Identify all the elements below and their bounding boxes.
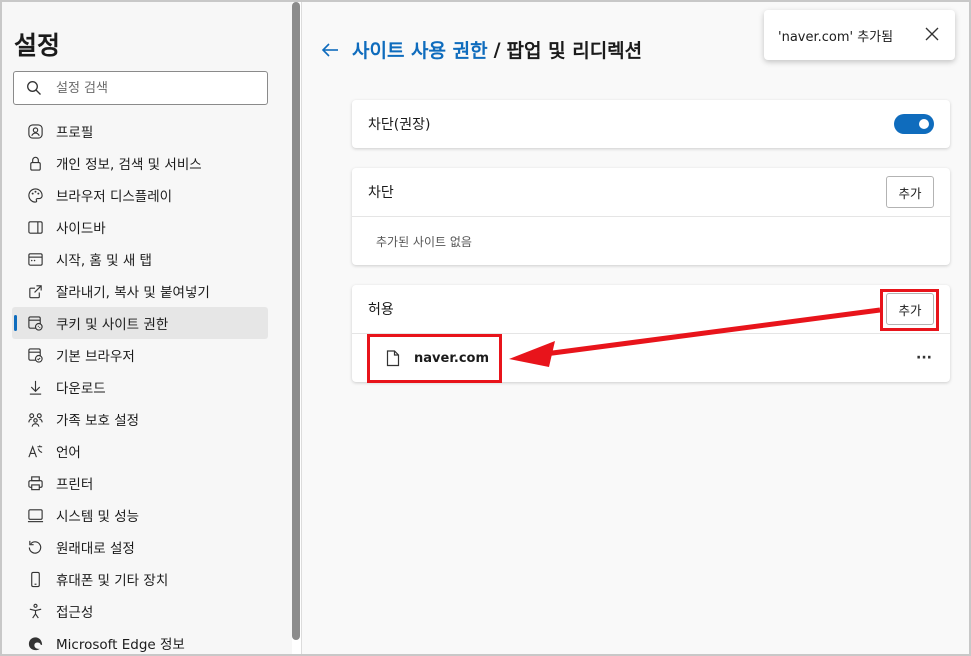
home-tab-icon xyxy=(26,250,44,268)
sidebar-item-share[interactable]: 잘라내기, 복사 및 붙여넣기 xyxy=(12,275,268,307)
sidebar-item-start-home[interactable]: 시작, 홈 및 새 탭 xyxy=(12,243,268,275)
settings-search-box[interactable] xyxy=(13,71,268,105)
sidebar-item-label: 기본 브라우저 xyxy=(56,349,135,365)
sidebar-item-label: 언어 xyxy=(56,445,81,461)
main-content: 사이트 사용 권한 / 팝업 및 리디렉션 'naver.com' 추가됨 차단… xyxy=(302,2,969,654)
edge-icon xyxy=(26,634,44,652)
sidebar-item-label: 휴대폰 및 기타 장치 xyxy=(56,573,169,589)
sidebar-item-label: 시스템 및 성능 xyxy=(56,509,140,525)
reset-icon xyxy=(26,538,44,556)
sidebar-item-label: 사이드바 xyxy=(56,221,106,237)
page-title: 팝업 및 리디렉션 xyxy=(506,40,643,62)
sidebar-item-printers[interactable]: 프린터 xyxy=(12,467,268,499)
sidebar-item-label: 가족 보호 설정 xyxy=(56,413,140,429)
sidebar-item-label: 쿠키 및 사이트 권한 xyxy=(56,317,169,333)
search-icon xyxy=(27,81,41,95)
allow-section-title: 허용 xyxy=(368,302,394,318)
sidebar-item-label: 프린터 xyxy=(56,477,94,493)
blocked-recommended-label: 차단(권장) xyxy=(368,117,431,133)
close-icon[interactable] xyxy=(925,27,939,41)
blocked-recommended-card: 차단(권장) xyxy=(352,100,950,148)
settings-sidebar: 설정 프로필 개인 정보, 검색 및 서비스 브라우저 디스플레이 사이드바 시… xyxy=(2,2,292,654)
blocked-recommended-toggle[interactable] xyxy=(894,114,934,134)
sidebar-item-label: 개인 정보, 검색 및 서비스 xyxy=(56,157,202,173)
language-icon xyxy=(26,442,44,460)
sidebar-item-about[interactable]: Microsoft Edge 정보 xyxy=(12,627,268,656)
share-icon xyxy=(26,282,44,300)
sidebar-title: 설정 xyxy=(14,31,61,60)
sidebar-item-appearance[interactable]: 브라우저 디스플레이 xyxy=(12,179,268,211)
breadcrumb-parent-link[interactable]: 사이트 사용 권한 xyxy=(352,36,488,63)
toast-message: 'naver.com' 추가됨 xyxy=(778,29,894,45)
allowed-site-name: naver.com xyxy=(414,350,489,366)
sidebar-item-privacy[interactable]: 개인 정보, 검색 및 서비스 xyxy=(12,147,268,179)
block-add-button[interactable]: 추가 xyxy=(886,176,934,208)
download-icon xyxy=(26,378,44,396)
lock-icon xyxy=(26,154,44,172)
sidebar-item-label: 프로필 xyxy=(56,125,94,141)
sidebar-item-profile[interactable]: 프로필 xyxy=(12,115,268,147)
sidebar-item-cookies[interactable]: 쿠키 및 사이트 권한 xyxy=(12,307,268,339)
settings-nav: 프로필 개인 정보, 검색 및 서비스 브라우저 디스플레이 사이드바 시작, … xyxy=(12,115,268,656)
sidebar-item-reset[interactable]: 원래대로 설정 xyxy=(12,531,268,563)
more-options-button[interactable]: ··· xyxy=(914,348,934,368)
sidebar-scrollbar[interactable] xyxy=(292,2,300,640)
breadcrumb-separator: / xyxy=(493,38,501,61)
sidebar-item-label: 원래대로 설정 xyxy=(56,541,135,557)
default-browser-icon xyxy=(26,346,44,364)
allow-section-card: 허용 추가 naver.com ··· xyxy=(352,285,950,382)
file-icon xyxy=(386,349,400,366)
breadcrumb: 사이트 사용 권한 / 팝업 및 리디렉션 xyxy=(320,36,642,63)
sidebar-icon xyxy=(26,218,44,236)
toggle-knob xyxy=(919,119,929,129)
printer-icon xyxy=(26,474,44,492)
settings-search-input[interactable] xyxy=(56,80,246,96)
sidebar-item-languages[interactable]: 언어 xyxy=(12,435,268,467)
cookie-site-icon xyxy=(26,314,44,332)
sidebar-item-default-browser[interactable]: 기본 브라우저 xyxy=(12,339,268,371)
sidebar-item-downloads[interactable]: 다운로드 xyxy=(12,371,268,403)
system-icon xyxy=(26,506,44,524)
allowed-site-row: naver.com ··· xyxy=(352,334,950,382)
notification-toast: 'naver.com' 추가됨 xyxy=(764,10,955,60)
back-arrow-icon[interactable] xyxy=(320,40,340,60)
sidebar-item-label: 잘라내기, 복사 및 붙여넣기 xyxy=(56,285,210,301)
profile-icon xyxy=(26,122,44,140)
sidebar-item-label: 다운로드 xyxy=(56,381,106,397)
sidebar-item-label: 접근성 xyxy=(56,605,94,621)
sidebar-item-label: 브라우저 디스플레이 xyxy=(56,189,173,205)
family-icon xyxy=(26,410,44,428)
block-empty-text: 추가된 사이트 없음 xyxy=(376,234,472,249)
accessibility-icon xyxy=(26,602,44,620)
block-section-title: 차단 xyxy=(368,185,394,201)
phone-icon xyxy=(26,570,44,588)
sidebar-item-family[interactable]: 가족 보호 설정 xyxy=(12,403,268,435)
sidebar-item-label: 시작, 홈 및 새 탭 xyxy=(56,253,152,269)
sidebar-item-system[interactable]: 시스템 및 성능 xyxy=(12,499,268,531)
sidebar-item-accessibility[interactable]: 접근성 xyxy=(12,595,268,627)
sidebar-item-sidebar[interactable]: 사이드바 xyxy=(12,211,268,243)
block-section-card: 차단 추가 추가된 사이트 없음 xyxy=(352,168,950,265)
sidebar-item-label: Microsoft Edge 정보 xyxy=(56,637,185,653)
sidebar-item-phone[interactable]: 휴대폰 및 기타 장치 xyxy=(12,563,268,595)
allow-add-button[interactable]: 추가 xyxy=(886,293,934,325)
palette-icon xyxy=(26,186,44,204)
